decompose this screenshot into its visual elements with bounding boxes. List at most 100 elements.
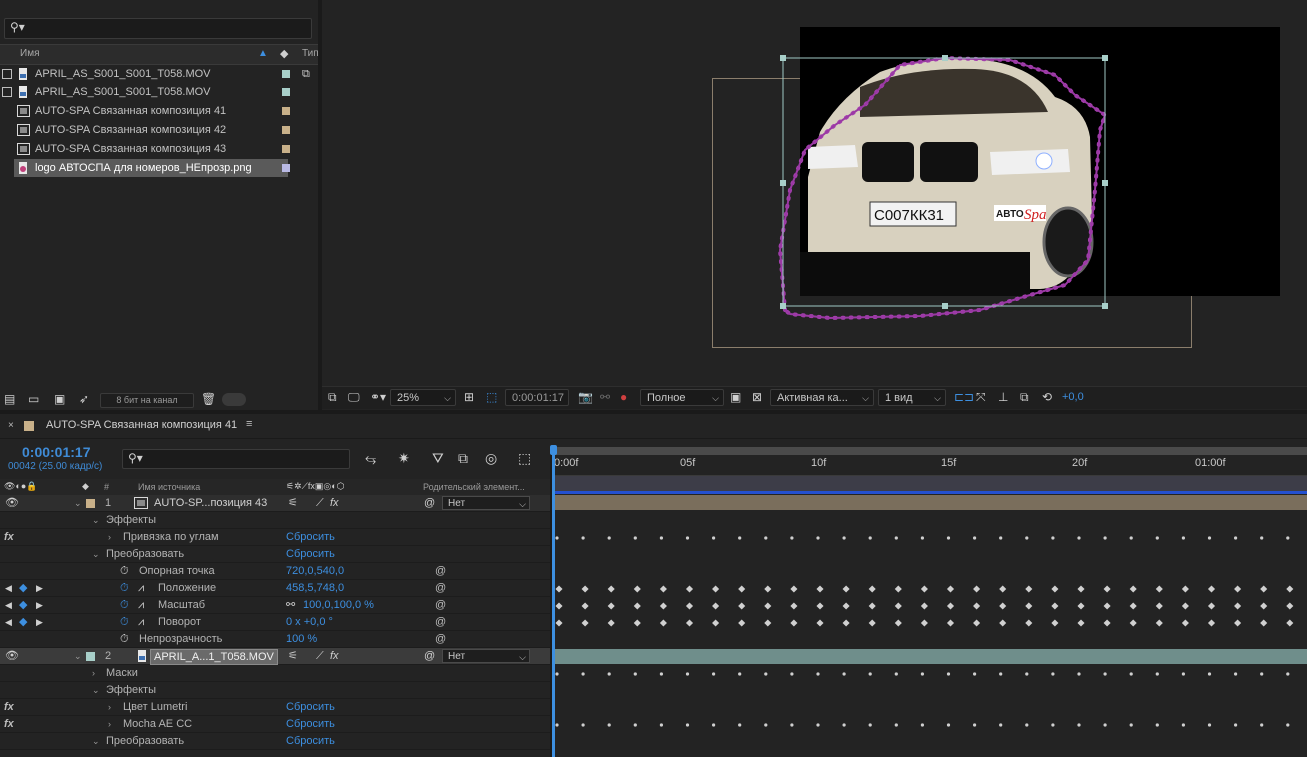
keyframe-dot[interactable] <box>946 536 951 540</box>
chevron-right-icon[interactable]: › <box>108 699 111 716</box>
keyframe-diamond[interactable] <box>946 602 955 610</box>
toggle-switch[interactable] <box>222 393 246 406</box>
quality-switch-icon[interactable]: ⟋ <box>316 495 324 512</box>
project-item[interactable]: AUTO-SPA Связанная композиция 43 <box>0 140 300 158</box>
keyframe-diamond[interactable] <box>1207 602 1216 610</box>
checkbox[interactable] <box>2 69 12 79</box>
property-group-row[interactable]: ⌄ Преобразовать Сбросить <box>0 733 550 750</box>
keyframe-diamond[interactable] <box>764 585 772 593</box>
exposure-value[interactable]: +0,0 <box>1062 391 1084 404</box>
snapshot-camera-icon[interactable]: 📷 <box>578 391 593 404</box>
color-channels-icon[interactable]: ● <box>620 391 627 404</box>
keyframe-dot[interactable] <box>973 536 977 540</box>
parent-select[interactable]: Нет ⌵ <box>442 649 530 663</box>
keyframe-dot[interactable] <box>738 672 742 676</box>
keyframe-diamond[interactable] <box>633 585 641 593</box>
collapse-switch-icon[interactable]: ⚟ <box>288 495 298 512</box>
keyframe-dot[interactable] <box>946 672 951 676</box>
render-queue-icon[interactable]: ➶ <box>79 393 93 405</box>
keyframe-dot[interactable] <box>685 536 690 540</box>
current-time-indicator-head[interactable] <box>550 445 557 455</box>
keyframe-diamond[interactable] <box>1025 602 1033 610</box>
views-select[interactable]: 1 вид ⌵ <box>878 389 946 406</box>
stopwatch-icon[interactable]: ⏱ <box>120 614 129 631</box>
current-time-field[interactable]: 0:00:01:17 <box>505 389 569 406</box>
keyframe-diamond[interactable] <box>1234 619 1242 627</box>
keyframe-dot[interactable] <box>816 536 820 540</box>
effect-row[interactable]: fx › Цвет Lumetri Сбросить <box>0 699 550 716</box>
keyframe-diamond[interactable] <box>738 585 746 593</box>
keyframe-dot[interactable] <box>633 672 637 676</box>
property-row[interactable]: ⏱ Опорная точка 720,0,540,0 @ <box>0 563 550 580</box>
keyframe-dot[interactable] <box>842 536 846 540</box>
reset-link[interactable]: Сбросить <box>286 699 335 716</box>
keyframe-dot[interactable] <box>816 723 820 727</box>
keyframe-dot[interactable] <box>712 536 716 540</box>
keyframe-diamond[interactable] <box>607 585 615 593</box>
keyframe-diamond[interactable] <box>816 585 824 593</box>
keyframe-diamond[interactable] <box>973 602 981 610</box>
keyframe-dot[interactable] <box>1286 672 1290 676</box>
keyframe-diamond[interactable] <box>999 585 1007 593</box>
keyframe-dot[interactable] <box>894 536 898 540</box>
keyframe-dot[interactable] <box>555 672 559 676</box>
keyframe-diamond[interactable] <box>868 602 876 610</box>
mask-path-overlay[interactable] <box>770 50 1120 330</box>
panel-menu-icon[interactable]: ≡ <box>246 418 252 430</box>
keyframe-dot[interactable] <box>1155 536 1159 540</box>
keyframe-dot[interactable] <box>999 723 1003 727</box>
property-value[interactable]: 0 x +0,0 ° <box>286 614 333 631</box>
keyframe-diamond[interactable] <box>920 619 928 627</box>
eye-icon[interactable]: 👁 <box>5 648 19 665</box>
sort-ascending-icon[interactable]: ▲ <box>258 48 268 59</box>
keyframe-diamond[interactable] <box>946 619 955 627</box>
chevron-down-icon[interactable]: ⌄ <box>74 648 82 665</box>
layer-name[interactable]: APRIL_A...1_T058.MOV <box>150 649 278 665</box>
expression-pick-whip-icon[interactable]: @ <box>435 563 446 580</box>
keyframe-diamond[interactable] <box>790 602 798 610</box>
prev-keyframe-icon[interactable]: ◀ <box>5 614 12 631</box>
reset-link[interactable]: Сбросить <box>286 529 335 546</box>
keyframe-dot[interactable] <box>1103 723 1107 727</box>
keyframe-diamond[interactable] <box>712 619 720 627</box>
keyframe-dot[interactable] <box>764 536 768 540</box>
keyframe-dot[interactable] <box>712 723 716 727</box>
add-keyframe-icon[interactable]: ◆ <box>19 614 27 631</box>
label-color-swatch[interactable] <box>282 145 290 153</box>
keyframe-dot[interactable] <box>1155 723 1159 727</box>
chevron-right-icon[interactable]: › <box>108 716 111 733</box>
keyframe-dot[interactable] <box>816 672 820 676</box>
keyframe-diamond[interactable] <box>1103 585 1111 593</box>
keyframe-diamond[interactable] <box>842 585 850 593</box>
keyframe-dot[interactable] <box>1260 723 1264 727</box>
timeline-tab-title[interactable]: AUTO-SPA Связанная композиция 41 <box>46 419 237 431</box>
flowchart-icon[interactable]: ⧉ <box>302 65 310 83</box>
keyframe-dot[interactable] <box>738 723 742 727</box>
keyframe-dot[interactable] <box>1234 536 1238 540</box>
keyframe-dot[interactable] <box>894 672 898 676</box>
new-folder-icon[interactable]: ▭ <box>28 393 42 405</box>
keyframe-dot[interactable] <box>738 536 742 540</box>
keyframe-diamond[interactable] <box>1286 619 1294 627</box>
effect-row[interactable]: fx › Привязка по углам Сбросить <box>0 529 550 546</box>
chevron-down-icon[interactable]: ⌄ <box>92 733 100 750</box>
keyframe-dot[interactable] <box>1207 536 1212 540</box>
keyframe-diamond[interactable] <box>1077 602 1085 610</box>
keyframe-dot[interactable] <box>764 723 768 727</box>
reset-link[interactable]: Сбросить <box>286 716 335 733</box>
keyframe-diamond[interactable] <box>1129 585 1137 593</box>
source-name-header[interactable]: Имя источника <box>138 482 200 492</box>
keyframe-diamond[interactable] <box>659 585 667 593</box>
keyframe-diamond[interactable] <box>1103 619 1111 627</box>
keyframe-dot[interactable] <box>1260 672 1264 676</box>
keyframe-diamond[interactable] <box>842 619 850 627</box>
keyframe-diamond[interactable] <box>1051 585 1059 593</box>
composition-mini-flowchart-icon[interactable]: ⥃ <box>365 450 376 467</box>
label-color-swatch[interactable] <box>86 499 95 508</box>
keyframe-dot[interactable] <box>999 536 1003 540</box>
close-icon[interactable]: × <box>8 420 14 431</box>
keyframe-dot[interactable] <box>1129 723 1133 727</box>
time-navigator-bar[interactable] <box>554 476 1307 492</box>
keyframe-diamond[interactable] <box>764 619 772 627</box>
keyframe-dot[interactable] <box>1025 672 1029 676</box>
